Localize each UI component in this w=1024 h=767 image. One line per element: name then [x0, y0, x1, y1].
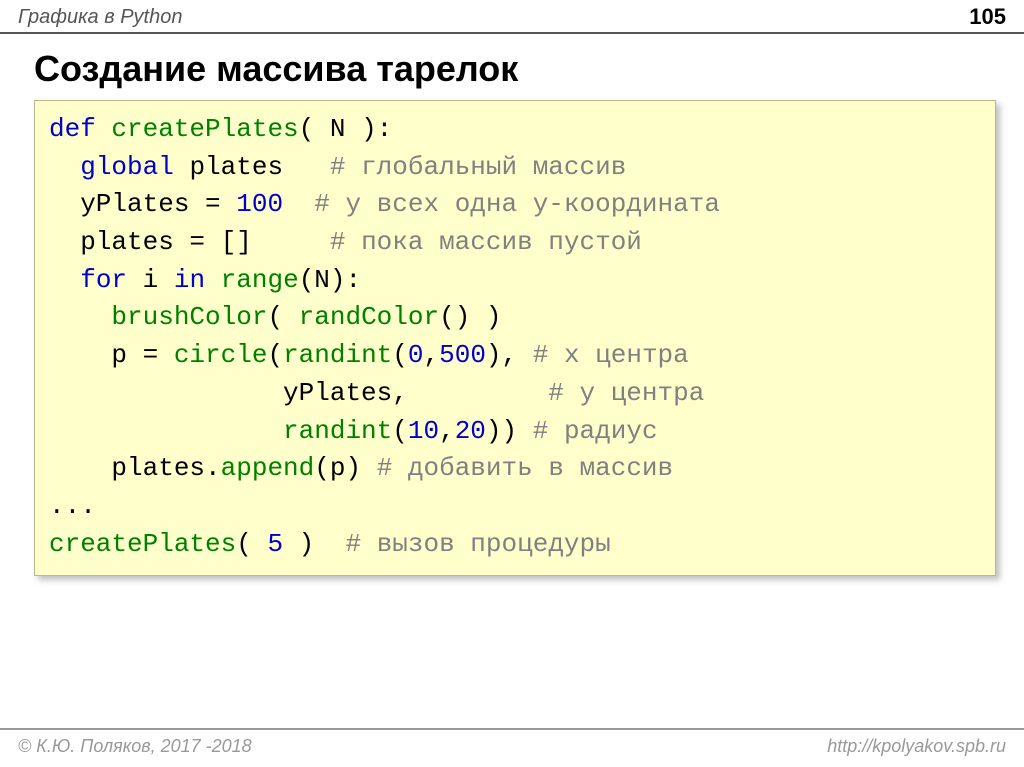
code-text: p =: [49, 340, 174, 370]
code-text: i: [127, 265, 174, 295]
code-comment: # пока массив пустой: [330, 227, 642, 257]
code-text: ,: [439, 416, 455, 446]
code-func: append: [221, 453, 315, 483]
slide: Графика в Python 105 Создание массива та…: [0, 0, 1024, 767]
code-comment: # у всех одна y-координата: [314, 189, 720, 219]
code-text: ): [283, 529, 345, 559]
code-text: plates.: [49, 453, 221, 483]
breadcrumb: Графика в Python: [18, 6, 182, 29]
code-text: (: [392, 340, 408, 370]
code-text: ( N ):: [299, 114, 393, 144]
code-text: [205, 265, 221, 295]
code-text: [49, 416, 283, 446]
code-keyword: global: [80, 152, 174, 182]
code-text: plates = []: [49, 227, 330, 257]
code-funcname: createPlates: [111, 114, 298, 144]
code-comment: # вызов процедуры: [345, 529, 610, 559]
code-text: plates: [174, 152, 330, 182]
code-text: () ): [439, 302, 501, 332]
copyright-text: © К.Ю. Поляков, 2017 -2018: [18, 736, 252, 757]
code-comment: # глобальный массив: [330, 152, 626, 182]
code-func: randint: [283, 416, 392, 446]
code-func: randint: [283, 340, 392, 370]
code-text: [49, 302, 111, 332]
code-keyword: for: [80, 265, 127, 295]
code-comment: # радиус: [533, 416, 658, 446]
code-text: yPlates =: [49, 189, 236, 219]
slide-title: Создание массива тарелок: [0, 34, 1024, 100]
code-text: ),: [486, 340, 533, 370]
code-number: 5: [267, 529, 283, 559]
code-text: (p): [314, 453, 376, 483]
code-keyword: def: [49, 114, 96, 144]
code-text: (: [236, 529, 267, 559]
code-func: circle: [174, 340, 268, 370]
code-text: yPlates,: [49, 378, 548, 408]
code-text: (: [267, 340, 283, 370]
code-func: randColor: [299, 302, 439, 332]
code-text: ,: [424, 340, 440, 370]
code-text: ...: [49, 491, 96, 521]
code-number: 100: [236, 189, 283, 219]
code-comment: # x центра: [533, 340, 689, 370]
code-keyword: in: [174, 265, 205, 295]
code-block: def createPlates( N ): global plates # г…: [34, 100, 996, 576]
code-func: brushColor: [111, 302, 267, 332]
code-number: 20: [455, 416, 486, 446]
footer-bar: © К.Ю. Поляков, 2017 -2018 http://kpolya…: [0, 728, 1024, 767]
code-func: createPlates: [49, 529, 236, 559]
code-number: 0: [408, 340, 424, 370]
code-comment: # y центра: [548, 378, 704, 408]
code-text: (: [392, 416, 408, 446]
code-number: 10: [408, 416, 439, 446]
header-bar: Графика в Python 105: [0, 0, 1024, 34]
code-text: (N):: [299, 265, 361, 295]
code-text: [283, 189, 314, 219]
code-number: 500: [439, 340, 486, 370]
code-func: range: [221, 265, 299, 295]
page-number: 105: [969, 4, 1006, 30]
code-comment: # добавить в массив: [377, 453, 673, 483]
code-text: )): [486, 416, 533, 446]
footer-url: http://kpolyakov.spb.ru: [827, 736, 1006, 757]
code-text: (: [267, 302, 298, 332]
